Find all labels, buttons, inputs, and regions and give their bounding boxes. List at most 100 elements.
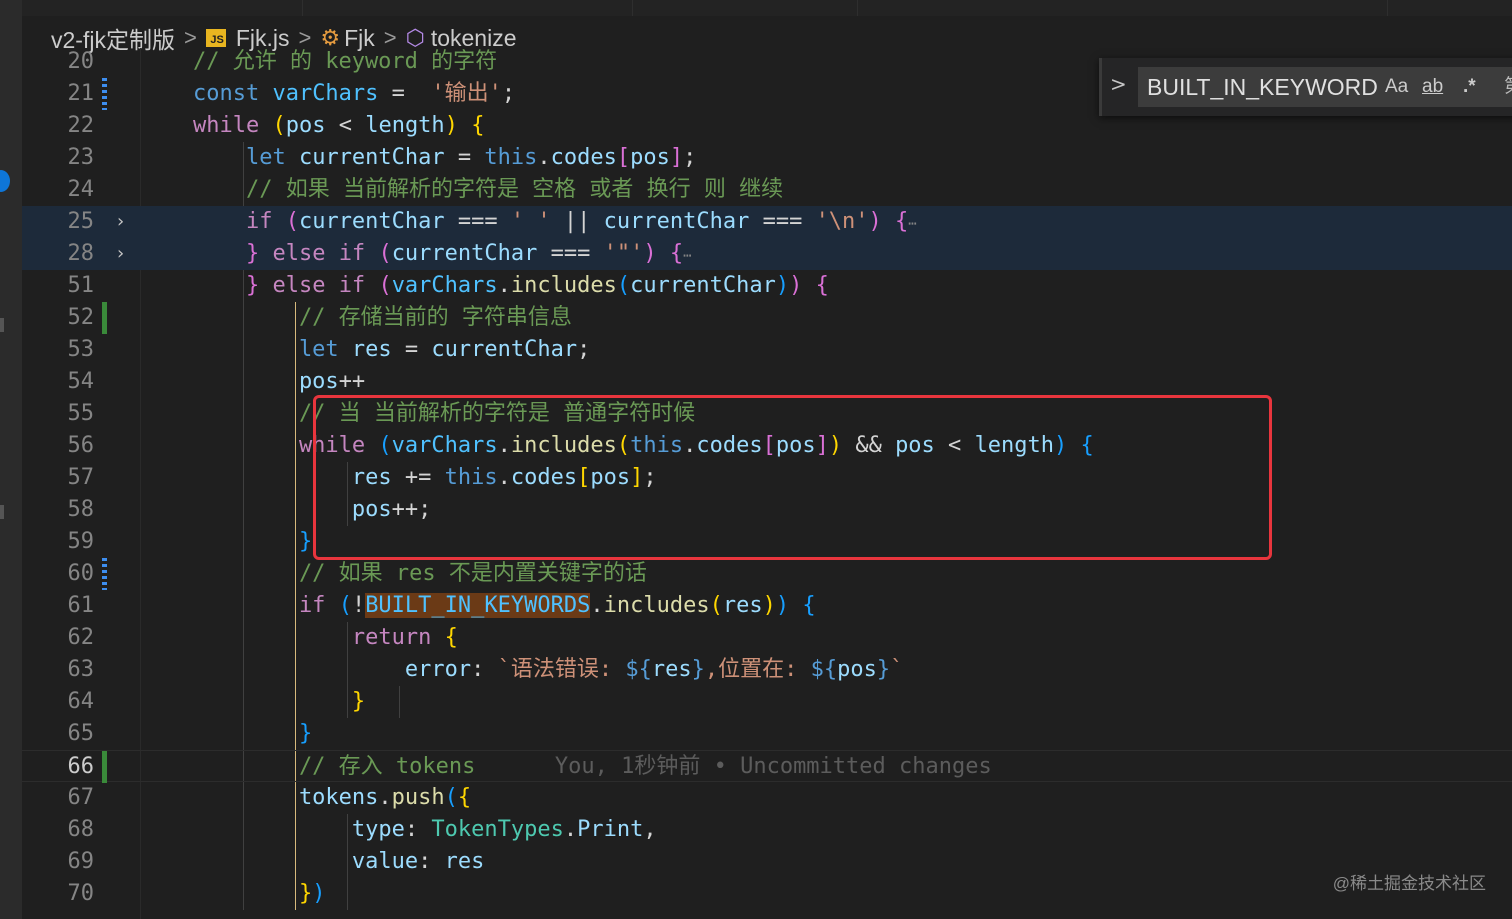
code-token: return (140, 625, 445, 650)
code-line[interactable]: 63 error: `语法错误: ${res},位置在: ${pos}` (22, 654, 1512, 686)
fold-chevron-icon[interactable]: › (115, 238, 131, 270)
line-number: 55 (67, 401, 95, 426)
javascript-file-icon: JS (205, 29, 226, 47)
line-number: 52 (67, 305, 95, 330)
code-token: pos (140, 369, 339, 394)
code-line[interactable]: 60 // 如果 res 不是内置关键字的话 (22, 558, 1512, 590)
code-token: ( (378, 241, 392, 266)
tab[interactable] (1067, 0, 1388, 16)
code-line[interactable]: 53 let res = currentChar; (22, 334, 1512, 366)
code-token: { (815, 273, 829, 298)
code-line[interactable]: 51 } else if (varChars.includes(currentC… (22, 270, 1512, 302)
activity-marker (0, 318, 4, 332)
code-token: includes (510, 273, 617, 298)
code-line[interactable]: 62 return { (22, 622, 1512, 654)
activity-bar (0, 0, 22, 919)
code-text: } (140, 718, 312, 750)
code-token: = (391, 337, 432, 362)
line-number: 64 (67, 689, 95, 714)
code-text: }) (140, 878, 326, 910)
code-token: else if (259, 241, 379, 266)
match-whole-word-toggle[interactable]: ab (1422, 67, 1443, 107)
git-modified-marker[interactable] (102, 558, 107, 590)
tab-strip (22, 0, 1512, 16)
code-token: { (471, 113, 485, 138)
git-added-marker[interactable] (102, 302, 107, 334)
code-line[interactable]: 66 // 存入 tokens You, 1秒钟前 • Uncommitted … (22, 750, 1512, 783)
code-token: === (537, 241, 604, 266)
code-token: [ (616, 145, 631, 170)
line-number: 23 (67, 145, 95, 170)
code-token: . (497, 273, 511, 298)
code-token: type (140, 817, 405, 842)
code-token: const (140, 81, 273, 106)
code-text: // 允许 的 keyword 的字符 (140, 48, 497, 78)
code-text: } else if (varChars.includes(currentChar… (140, 270, 829, 302)
code-token: ) (762, 593, 776, 618)
code-line[interactable]: 24 // 如果 当前解析的字符是 空格 或者 换行 则 继续 (22, 174, 1512, 206)
code-token: ! (351, 593, 366, 618)
code-token: } (140, 689, 366, 714)
code-line[interactable]: 64 } (22, 686, 1512, 718)
code-line[interactable]: 69 value: res (22, 846, 1512, 878)
find-input[interactable]: BUILT_IN_KEYWORDS Aa ab .* 第 (1138, 67, 1512, 107)
code-text: value: res (140, 846, 484, 878)
code-token: currentChar (630, 273, 776, 298)
code-token: } (691, 657, 705, 682)
tab[interactable] (302, 0, 633, 16)
code-text: pos++ (140, 366, 365, 398)
code-token: // 允许 的 keyword 的字符 (140, 49, 498, 74)
toggle-replace-chevron-icon[interactable]: > (1110, 72, 1127, 96)
code-line[interactable]: 23 let currentChar = this.codes[pos]; (22, 142, 1512, 174)
code-token: ) (444, 113, 458, 138)
fold-chevron-icon[interactable]: › (115, 206, 131, 238)
match-case-toggle[interactable]: Aa (1385, 67, 1408, 107)
code-token: TokenTypes (431, 817, 564, 842)
code-line[interactable]: 61 if (!BUILT_IN_KEYWORDS.includes(res))… (22, 590, 1512, 622)
code-token: ` (890, 657, 904, 682)
git-modified-marker[interactable] (102, 78, 107, 110)
code-token: } (140, 721, 313, 746)
code-text: let res = currentChar; (140, 334, 590, 366)
code-token: ) (868, 209, 882, 234)
code-token: ${ (810, 657, 838, 682)
code-token: '\n' (815, 209, 869, 234)
use-regex-toggle[interactable]: .* (1463, 67, 1476, 107)
find-widget: > BUILT_IN_KEYWORDS Aa ab .* 第 (1099, 58, 1512, 116)
code-line[interactable]: 67 tokens.push({ (22, 782, 1512, 814)
activity-marker (0, 505, 4, 519)
code-token: : (471, 657, 498, 682)
code-line[interactable]: 52 // 存储当前的 字符串信息 (22, 302, 1512, 334)
code-token: ; (501, 81, 516, 106)
tab[interactable] (632, 0, 858, 16)
code-token: { (802, 593, 816, 618)
code-token: if (140, 209, 286, 234)
code-token: ) (775, 593, 790, 618)
code-token: ( (444, 785, 458, 810)
code-token: . (590, 593, 604, 618)
code-line[interactable]: 54 pos++ (22, 366, 1512, 398)
code-token: { (669, 241, 684, 266)
code-token: '"' (603, 241, 644, 266)
tab[interactable] (22, 0, 303, 16)
code-token: } (140, 241, 260, 266)
code-line[interactable]: 65 } (22, 718, 1512, 750)
code-text: if (!BUILT_IN_KEYWORDS.includes(res)) { (140, 590, 816, 622)
notification-badge[interactable] (0, 170, 10, 192)
line-number: 62 (67, 625, 95, 650)
line-number: 24 (67, 177, 95, 202)
code-token: } (876, 657, 891, 682)
code-line[interactable]: 70 }) (22, 878, 1512, 910)
code-line[interactable]: 28 › } else if (currentChar === '"') {⋯ (22, 238, 1512, 270)
code-token: || (550, 209, 604, 234)
code-token: this (484, 145, 538, 170)
code-token: ( (709, 593, 723, 618)
code-line[interactable]: 25 › if (currentChar === ' ' || currentCh… (22, 206, 1512, 238)
git-added-marker[interactable] (102, 751, 107, 783)
code-token: } (140, 881, 313, 906)
code-line[interactable]: 68 type: TokenTypes.Print, (22, 814, 1512, 846)
code-token: currentChar (603, 209, 750, 234)
line-number: 59 (67, 529, 95, 554)
code-token: : (404, 817, 432, 842)
